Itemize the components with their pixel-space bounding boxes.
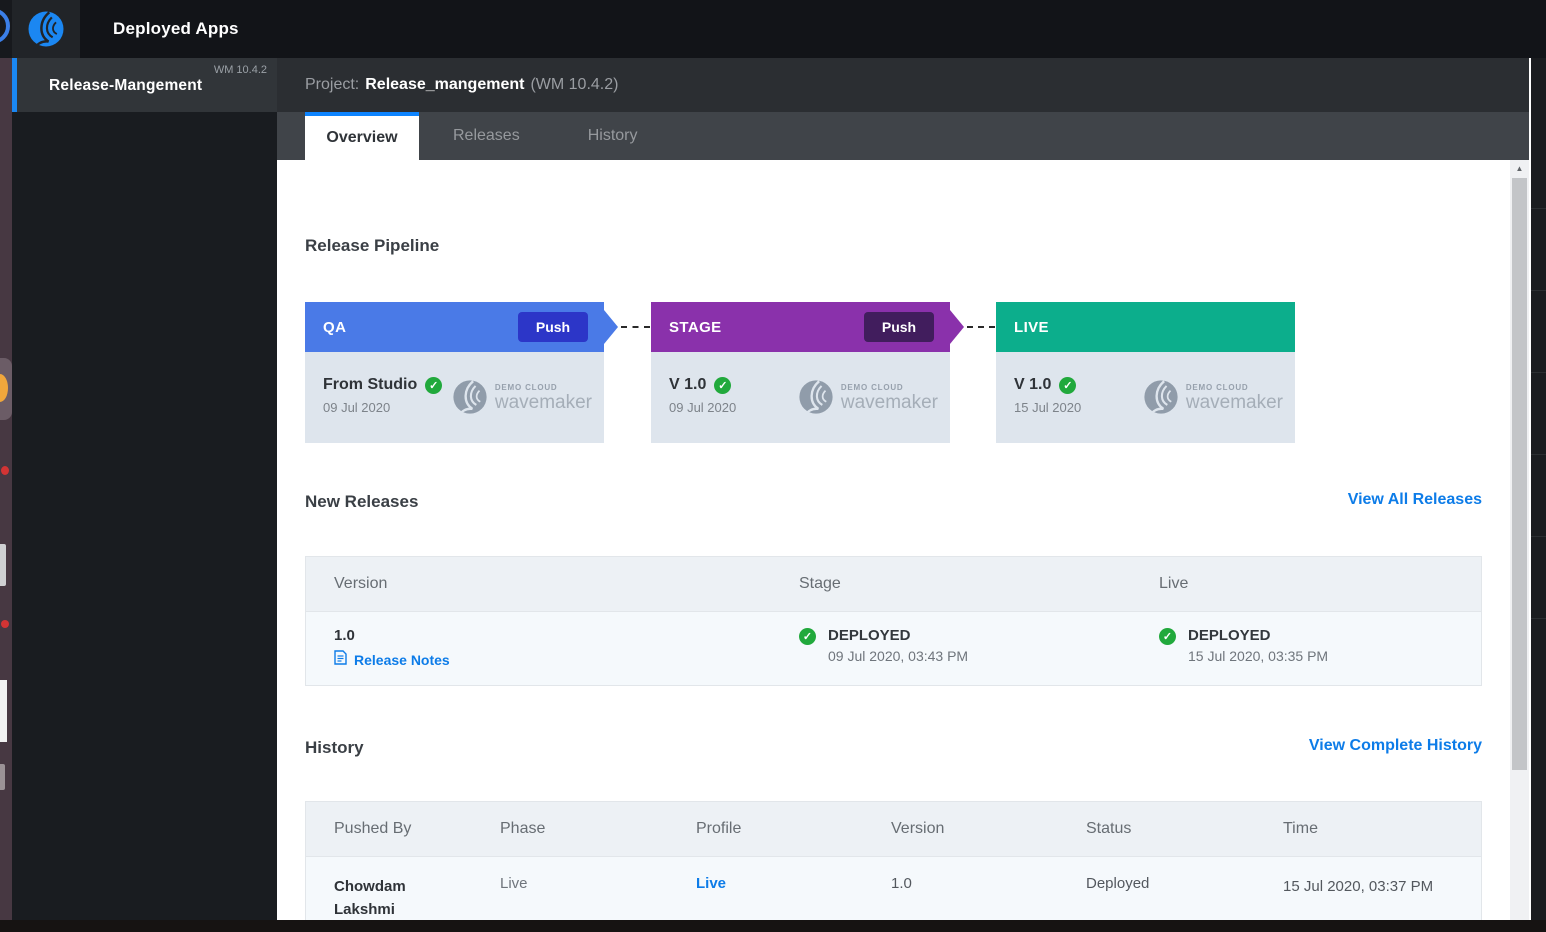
- stage-stage-name: STAGE: [669, 319, 722, 336]
- success-check-icon: ✓: [425, 377, 442, 394]
- view-complete-history-link[interactable]: View Complete History: [1309, 737, 1482, 755]
- column-stage: Stage: [771, 575, 1131, 593]
- wavemaker-brand-label: wavemaker: [495, 393, 592, 412]
- sidebar-item-project[interactable]: Release-Mangement WM 10.4.2: [12, 58, 277, 112]
- screen-edge-top: [0, 0, 12, 58]
- success-check-icon: ✓: [1059, 377, 1076, 394]
- window-bottom-edge: [0, 920, 1546, 932]
- qa-version-label: From Studio: [323, 376, 417, 394]
- demo-cloud-label: DEMO CLOUD: [495, 383, 592, 392]
- wavemaker-logo-tile[interactable]: [12, 0, 80, 58]
- stage-version-label: V 1.0: [669, 376, 706, 394]
- stage-card-header: STAGE Push: [651, 302, 950, 352]
- dock-edge-strip: [0, 58, 12, 920]
- version-cell: 1.0 Release Notes: [306, 627, 771, 685]
- main-panel: Project: Release_mangement (WM 10.4.2) O…: [277, 58, 1529, 932]
- dock-badge-icon: [1, 466, 9, 475]
- live-card-header: LIVE: [996, 302, 1295, 352]
- history-table: Pushed By Phase Profile Version Status T…: [305, 801, 1482, 932]
- dock-app-icon: [0, 764, 5, 790]
- vertical-scrollbar[interactable]: ▲ ▼: [1510, 160, 1529, 932]
- stage-push-button[interactable]: Push: [864, 312, 934, 342]
- qa-card-body: From Studio ✓ 09 Jul 2020 DEMO CLOUD wav…: [305, 352, 604, 443]
- release-version: 1.0: [334, 627, 771, 644]
- new-releases-table-header: Version Stage Live: [306, 557, 1481, 611]
- pipeline-card-stage: STAGE Push V 1.0 ✓ 09 Jul 2020: [651, 302, 950, 443]
- history-title: History: [305, 738, 364, 758]
- qa-card-header: QA Push: [305, 302, 604, 352]
- column-version: Version: [306, 575, 771, 593]
- deployed-check-icon: ✓: [1159, 628, 1176, 645]
- wavemaker-brand-label: wavemaker: [1186, 393, 1283, 412]
- overview-content: Release Pipeline QA Push From Studio ✓ 0…: [277, 160, 1529, 932]
- dock-avatar-fragment-icon: [0, 8, 10, 44]
- stage-arrow-icon: [950, 310, 964, 344]
- new-releases-table: Version Stage Live 1.0: [305, 556, 1482, 686]
- background-window-strip: [1531, 58, 1546, 932]
- sidebar-project-name: Release-Mangement: [49, 77, 202, 95]
- live-status-cell: ✓ DEPLOYED 15 Jul 2020, 03:35 PM: [1131, 627, 1483, 685]
- tab-bar: Overview Releases History: [277, 112, 1529, 160]
- stage-card-body: V 1.0 ✓ 09 Jul 2020 DEMO CLOUD wavemaker: [651, 352, 950, 443]
- page-title: Deployed Apps: [113, 0, 239, 58]
- release-notes-link[interactable]: Release Notes: [334, 650, 771, 670]
- success-check-icon: ✓: [714, 377, 731, 394]
- project-header: Project: Release_mangement (WM 10.4.2): [277, 58, 1529, 112]
- deployed-check-icon: ✓: [799, 628, 816, 645]
- scroll-up-icon[interactable]: ▲: [1510, 160, 1529, 177]
- tab-history[interactable]: History: [554, 112, 672, 160]
- tab-overview[interactable]: Overview: [305, 112, 419, 160]
- demo-cloud-label: DEMO CLOUD: [841, 383, 938, 392]
- pipeline-card-live: LIVE V 1.0 ✓ 15 Jul 2020 DEMO CLOU: [996, 302, 1295, 443]
- dock-badge-icon: [1, 620, 9, 628]
- demo-cloud-logo: DEMO CLOUD wavemaker: [1142, 378, 1283, 416]
- view-all-releases-link[interactable]: View All Releases: [1348, 491, 1482, 509]
- column-phase: Phase: [500, 820, 696, 838]
- live-status: DEPLOYED: [1188, 627, 1328, 644]
- project-label: Project:: [305, 76, 359, 94]
- dock-app-icon: [0, 544, 6, 586]
- wavemaker-wave-icon: [797, 378, 835, 416]
- wavemaker-wave-icon: [451, 378, 489, 416]
- tab-releases[interactable]: Releases: [419, 112, 554, 160]
- project-version: (WM 10.4.2): [530, 76, 618, 94]
- qa-push-button[interactable]: Push: [518, 312, 588, 342]
- demo-cloud-label: DEMO CLOUD: [1186, 383, 1283, 392]
- column-version: Version: [891, 820, 1086, 838]
- pipeline-card-qa: QA Push From Studio ✓ 09 Jul 2020: [305, 302, 604, 443]
- live-deploy-time: 15 Jul 2020, 03:35 PM: [1188, 648, 1328, 664]
- scrollbar-thumb[interactable]: [1512, 178, 1527, 770]
- release-pipeline-title: Release Pipeline: [305, 236, 439, 256]
- column-live: Live: [1131, 575, 1483, 593]
- dock-app-icon: [0, 680, 7, 742]
- pipeline-connector: [621, 326, 650, 328]
- history-table-header: Pushed By Phase Profile Version Status T…: [306, 802, 1481, 856]
- stage-deploy-time: 09 Jul 2020, 03:43 PM: [828, 648, 968, 664]
- project-name: Release_mangement: [365, 76, 524, 94]
- top-bar: Deployed Apps: [12, 0, 1546, 58]
- table-row: 1.0 Release Notes: [306, 611, 1481, 685]
- sidebar-project-version-badge: WM 10.4.2: [214, 64, 267, 76]
- wavemaker-wave-icon: [1142, 378, 1180, 416]
- live-version-label: V 1.0: [1014, 376, 1051, 394]
- release-notes-label: Release Notes: [354, 652, 450, 668]
- demo-cloud-logo: DEMO CLOUD wavemaker: [797, 378, 938, 416]
- wavemaker-brand-label: wavemaker: [841, 393, 938, 412]
- live-card-body: V 1.0 ✓ 15 Jul 2020 DEMO CLOUD wavemaker: [996, 352, 1295, 443]
- qa-stage-name: QA: [323, 319, 346, 336]
- demo-cloud-logo: DEMO CLOUD wavemaker: [451, 378, 592, 416]
- qa-arrow-icon: [604, 310, 618, 344]
- column-time: Time: [1283, 820, 1483, 838]
- sidebar: Release-Mangement WM 10.4.2: [12, 58, 277, 920]
- stage-status-cell: ✓ DEPLOYED 09 Jul 2020, 03:43 PM: [771, 627, 1131, 685]
- pipeline-connector: [967, 326, 995, 328]
- new-releases-title: New Releases: [305, 492, 418, 512]
- stage-status: DEPLOYED: [828, 627, 968, 644]
- live-stage-name: LIVE: [1014, 319, 1049, 336]
- column-pushed-by: Pushed By: [306, 820, 500, 838]
- column-status: Status: [1086, 820, 1283, 838]
- column-profile: Profile: [696, 820, 891, 838]
- document-icon: [334, 650, 347, 670]
- wavemaker-wave-icon: [26, 9, 66, 49]
